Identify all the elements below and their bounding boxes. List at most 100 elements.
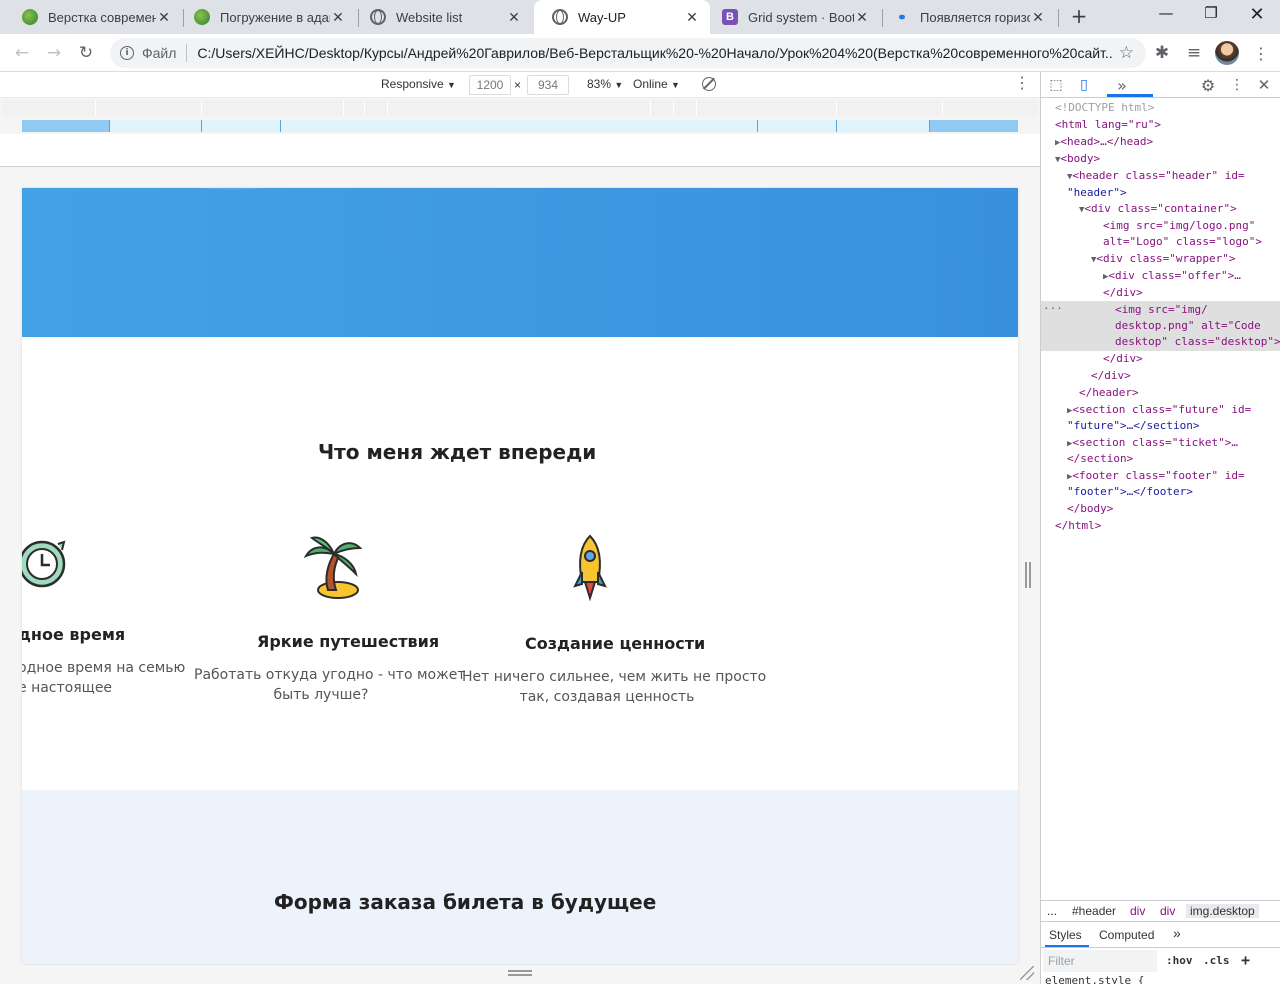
- desktop-img-node[interactable]: <img src="img/: [1115, 302, 1208, 319]
- tab-5[interactable]: B Grid system · Bootstr ✕: [704, 0, 880, 34]
- desktop-img-node-cont[interactable]: desktop.png" alt="Code: [1115, 318, 1261, 335]
- close-icon[interactable]: ✕: [854, 9, 870, 25]
- computed-tab[interactable]: Computed: [1099, 928, 1154, 942]
- ticket-section-title: Форма заказа билета в будущее: [274, 890, 657, 914]
- tab-1[interactable]: Верстка современн ✕: [4, 0, 182, 34]
- ticket-section: Форма заказа билета в будущее: [22, 790, 1018, 964]
- tab-6[interactable]: ⚭ Появляется горизон ✕: [876, 0, 1056, 34]
- device-toggle-icon[interactable]: ▯: [1075, 76, 1093, 94]
- ticket-node[interactable]: ▶<section class="ticket">…: [1067, 435, 1238, 453]
- more-tabs-icon[interactable]: »: [1113, 76, 1131, 95]
- mq-segment: [201, 100, 202, 116]
- breadcrumb-item[interactable]: div: [1160, 904, 1175, 918]
- resize-handle-right[interactable]: [1025, 562, 1031, 588]
- bookmark-star-icon[interactable]: ☆: [1119, 43, 1134, 63]
- feature-title: Яркие путешествия: [257, 632, 440, 651]
- node-options-icon[interactable]: ···: [1043, 301, 1063, 318]
- rotate-icon[interactable]: [702, 77, 716, 91]
- back-icon[interactable]: ←: [10, 41, 34, 65]
- wrapper-node[interactable]: ▼<div class="wrapper">: [1091, 251, 1236, 269]
- throttle-select[interactable]: Online ▼: [633, 77, 680, 91]
- head-node[interactable]: ▶<head>…</head>: [1055, 134, 1153, 152]
- device-menu-kebab-icon[interactable]: ⋮: [1014, 76, 1030, 92]
- height-input[interactable]: 934: [527, 75, 569, 95]
- header-hero: [22, 188, 1018, 337]
- footer-node[interactable]: ▶<footer class="footer" id=: [1067, 468, 1245, 486]
- header-node-cont[interactable]: "header">: [1067, 185, 1127, 202]
- doctype-line[interactable]: <!DOCTYPE html>: [1055, 100, 1154, 117]
- close-icon[interactable]: ✕: [506, 9, 522, 25]
- close-icon[interactable]: ✕: [1030, 9, 1046, 25]
- settings-gear-icon[interactable]: ⚙: [1199, 76, 1217, 95]
- ticket-close[interactable]: </section>: [1067, 451, 1133, 468]
- width-input[interactable]: 1200: [469, 75, 511, 95]
- devtools-close-icon[interactable]: ✕: [1255, 76, 1273, 94]
- window-close-icon[interactable]: ✕: [1243, 4, 1271, 26]
- offer-node[interactable]: ▶<div class="offer">…: [1103, 268, 1241, 286]
- close-icon[interactable]: ✕: [330, 9, 346, 25]
- future-node[interactable]: ▶<section class="future" id=: [1067, 402, 1251, 420]
- info-icon[interactable]: i: [120, 46, 134, 60]
- media-query-bar-max[interactable]: [2, 100, 1038, 116]
- devtools-kebab-icon[interactable]: ⋮: [1228, 76, 1246, 94]
- address-bar[interactable]: i Файл C:/Users/ХЕЙНС/Desktop/Курсы/Андр…: [110, 38, 1146, 68]
- clock-icon: [22, 540, 66, 588]
- wrapper-close[interactable]: </div>: [1103, 351, 1143, 368]
- tab-3[interactable]: Website list ✕: [352, 0, 532, 34]
- mq-segment: [280, 120, 281, 132]
- breadcrumb-item-current[interactable]: img.desktop: [1186, 904, 1259, 918]
- breadcrumb-item[interactable]: ...: [1047, 904, 1057, 918]
- minimize-icon[interactable]: —: [1152, 4, 1180, 26]
- more-panels-icon[interactable]: »: [1173, 925, 1181, 941]
- logo-node[interactable]: <img src="img/logo.png": [1103, 218, 1255, 235]
- offer-close[interactable]: </div>: [1103, 285, 1143, 302]
- container-close[interactable]: </div>: [1091, 368, 1131, 385]
- close-icon[interactable]: ✕: [156, 9, 172, 25]
- extensions-puzzle-icon[interactable]: ✱: [1150, 41, 1174, 65]
- class-toggle[interactable]: .cls: [1203, 954, 1230, 967]
- header-node[interactable]: ▼<header class="header" id=: [1067, 168, 1245, 186]
- device-mode-select[interactable]: Responsive ▼: [381, 77, 456, 91]
- element-style-rule[interactable]: element.style {: [1045, 974, 1144, 984]
- omnibox-divider: [186, 44, 188, 62]
- restore-icon[interactable]: ❐: [1197, 4, 1225, 26]
- media-queue-icon[interactable]: ≡: [1182, 41, 1206, 65]
- hover-state-toggle[interactable]: :hov: [1166, 954, 1193, 967]
- profile-avatar[interactable]: [1215, 41, 1239, 65]
- breadcrumb-item[interactable]: div: [1130, 904, 1145, 918]
- new-tab-button[interactable]: +: [1068, 6, 1090, 28]
- feature-text-line: Нет ничего сильнее, чем жить не просто: [462, 669, 767, 685]
- menu-kebab-icon[interactable]: ⋮: [1249, 41, 1273, 65]
- media-query-bar-min[interactable]: [22, 120, 1018, 132]
- caret-down-icon: ▼: [671, 80, 680, 90]
- logo-node-cont[interactable]: alt="Logo" class="logo">: [1103, 234, 1262, 251]
- future-node-cont[interactable]: "future">…</section>: [1067, 418, 1199, 435]
- rocket-icon: [573, 534, 607, 602]
- html-open-line[interactable]: <html lang="ru">: [1055, 117, 1161, 134]
- forward-icon[interactable]: →: [42, 41, 66, 65]
- emulated-page: Что меня ждет впереди дное время одное в…: [22, 188, 1018, 964]
- desktop-img-node-cont[interactable]: desktop" class="desktop">: [1115, 334, 1280, 351]
- body-close[interactable]: </body>: [1067, 501, 1113, 518]
- reload-icon[interactable]: ↻: [74, 41, 98, 65]
- tab-2[interactable]: Погружение в адап ✕: [176, 0, 356, 34]
- breadcrumb-item[interactable]: #header: [1072, 904, 1116, 918]
- body-node[interactable]: ▼<body>: [1055, 151, 1100, 169]
- tab-4-active[interactable]: Way-UP ✕: [534, 0, 710, 34]
- mq-segment: [201, 120, 202, 132]
- container-node[interactable]: ▼<div class="container">: [1079, 201, 1237, 219]
- styles-tab[interactable]: Styles: [1049, 928, 1082, 942]
- header-close[interactable]: </header>: [1079, 385, 1139, 402]
- mq-segment: [836, 120, 837, 132]
- add-rule-button[interactable]: +: [1241, 951, 1250, 969]
- zoom-select[interactable]: 83% ▼: [587, 77, 623, 91]
- html-close[interactable]: </html>: [1055, 518, 1101, 535]
- footer-node-cont[interactable]: "footer">…</footer>: [1067, 484, 1193, 501]
- resize-handle-corner[interactable]: [1020, 966, 1034, 980]
- url-text[interactable]: C:/Users/ХЕЙНС/Desktop/Курсы/Андрей%20Га…: [197, 45, 1112, 61]
- styles-filter-input[interactable]: Filter: [1043, 950, 1157, 972]
- resize-handle-bottom[interactable]: [508, 970, 532, 976]
- nodes-icon: ⚭: [897, 11, 907, 24]
- inspect-element-icon[interactable]: ⬚: [1047, 76, 1065, 94]
- close-icon[interactable]: ✕: [684, 9, 700, 25]
